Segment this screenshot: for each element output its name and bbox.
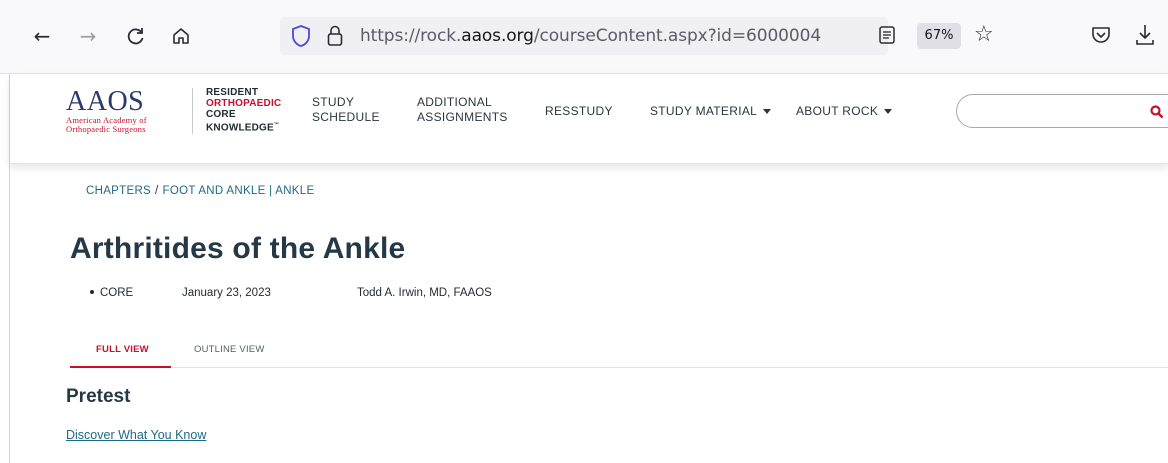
logo-divider (192, 88, 193, 134)
search-input[interactable] (956, 94, 1168, 128)
rock-logo-line1: RESIDENT (206, 87, 259, 98)
reload-icon[interactable] (122, 22, 150, 50)
nav-additional-line1: ADDITIONAL (417, 95, 493, 109)
forward-icon[interactable]: → (74, 22, 102, 50)
caret-down-icon (884, 109, 893, 115)
bookmark-star-icon[interactable]: ☆ (974, 22, 994, 47)
address-bar[interactable]: https://rock.aaos.org/courseContent.aspx… (280, 17, 994, 55)
caret-down-icon (763, 109, 772, 115)
browser-toolbar: ← → https://rock.aaos.org/courseContent.… (0, 0, 1168, 74)
page-title: Arthritides of the Ankle (70, 232, 406, 265)
download-icon[interactable] (1134, 22, 1156, 48)
nav-resstudy[interactable]: RESSTUDY (545, 104, 613, 119)
search-icon[interactable] (1150, 105, 1164, 119)
aaos-logo-line2: Orthopaedic Surgeons (66, 124, 146, 134)
nav-study-material-label: STUDY MATERIAL (650, 104, 758, 118)
aaos-wordmark: AAOS (66, 86, 145, 117)
nav-study-schedule-line1: STUDY (312, 95, 355, 109)
tab-outline-view[interactable]: OUTLINE VIEW (194, 344, 265, 355)
section-heading-pretest: Pretest (66, 386, 131, 407)
aaos-logo[interactable]: AAOS American Academy of Orthopaedic Sur… (66, 88, 186, 134)
reader-view-icon[interactable] (878, 25, 896, 45)
nav-study-material[interactable]: STUDY MATERIAL (650, 104, 772, 119)
lock-icon[interactable] (326, 24, 344, 48)
tab-full-view[interactable]: FULL VIEW (96, 344, 149, 355)
tab-divider (70, 367, 1168, 368)
active-tab-indicator (70, 366, 171, 368)
rock-logo-line2: ORTHOPAEDIC (206, 98, 282, 109)
nav-additional-assignments[interactable]: ADDITIONAL ASSIGNMENTS (417, 95, 508, 125)
breadcrumb-section[interactable]: FOOT AND ANKLE | ANKLE (163, 185, 315, 197)
discover-what-you-know-link[interactable]: Discover What You Know (66, 428, 206, 442)
rock-logo-line3: CORE (206, 109, 236, 120)
rock-logo-line4: KNOWLEDGE™ (206, 122, 280, 134)
site-header: AAOS American Academy of Orthopaedic Sur… (10, 74, 1168, 164)
nav-study-schedule[interactable]: STUDY SCHEDULE (312, 95, 380, 125)
nav-about-rock-label: ABOUT ROCK (796, 104, 879, 118)
breadcrumb: CHAPTERS / FOOT AND ANKLE | ANKLE (86, 185, 314, 197)
url-text[interactable]: https://rock.aaos.org/courseContent.aspx… (360, 26, 821, 46)
rock-logo[interactable]: RESIDENT ORTHOPAEDIC CORE KNOWLEDGE™ (206, 87, 281, 133)
home-icon[interactable] (167, 22, 195, 50)
back-icon[interactable]: ← (28, 22, 56, 50)
nav-additional-line2: ASSIGNMENTS (417, 110, 508, 124)
meta-level: CORE (90, 287, 133, 299)
meta-date: January 23, 2023 (182, 287, 271, 299)
bullet-icon (90, 289, 94, 294)
shield-icon[interactable] (290, 24, 312, 48)
zoom-level[interactable]: 67% (917, 23, 961, 49)
nav-study-schedule-line2: SCHEDULE (312, 110, 380, 124)
nav-about-rock[interactable]: ABOUT ROCK (796, 104, 893, 119)
breadcrumb-separator: / (155, 185, 159, 197)
pocket-icon[interactable] (1090, 24, 1112, 46)
window-left-edge (0, 74, 10, 463)
breadcrumb-chapters[interactable]: CHAPTERS (86, 185, 151, 197)
meta-level-text: CORE (100, 287, 134, 299)
meta-author: Todd A. Irwin, MD, FAAOS (357, 287, 492, 299)
